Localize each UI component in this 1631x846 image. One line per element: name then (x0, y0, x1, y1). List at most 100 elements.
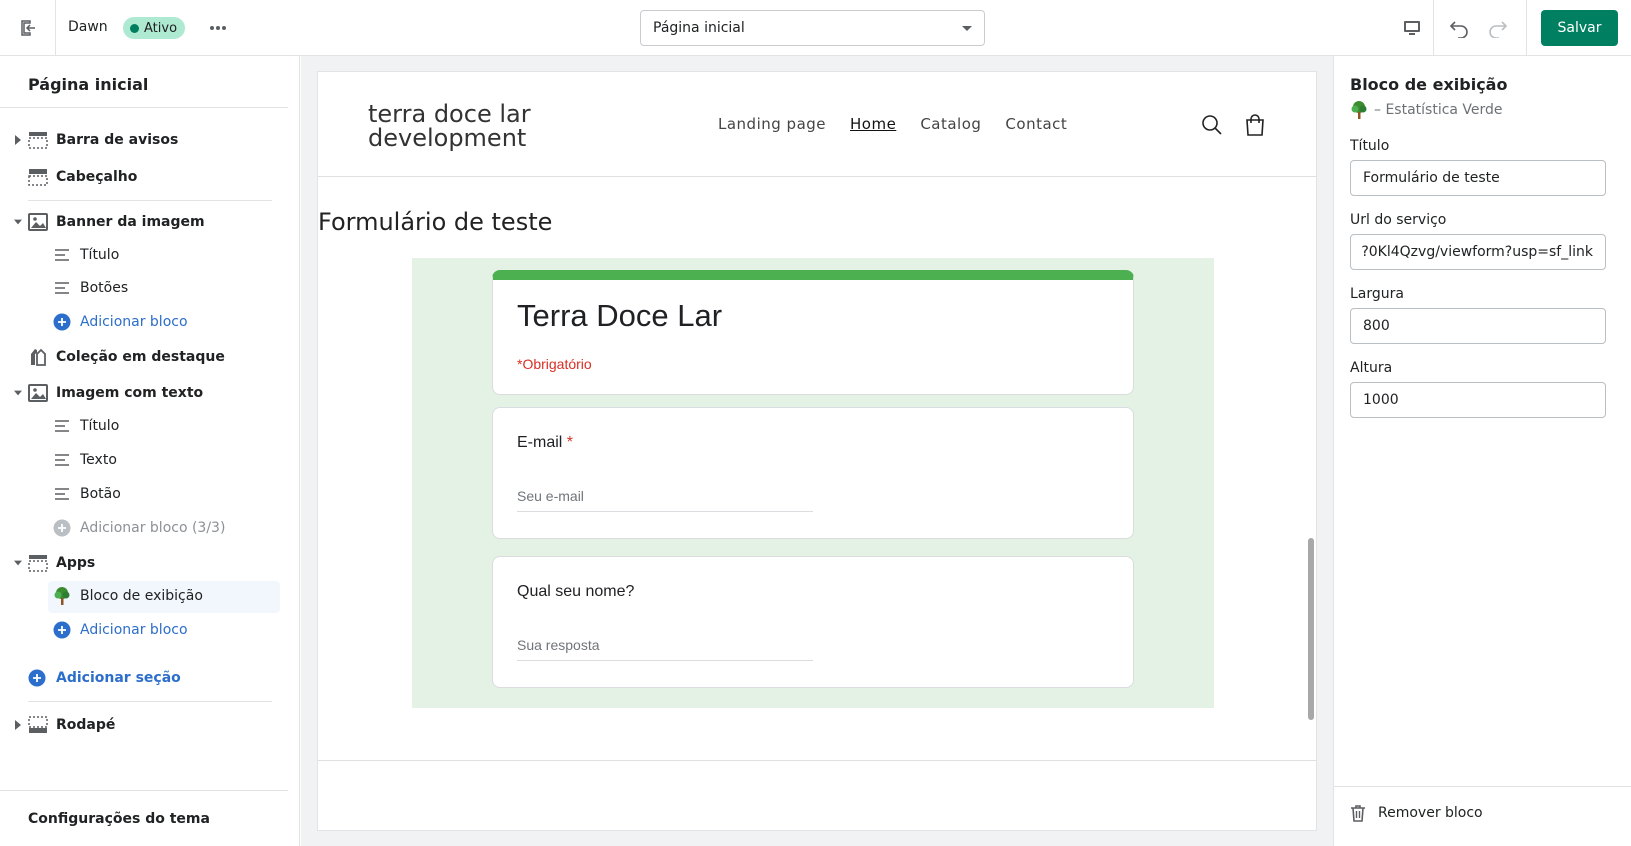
status-badge: Ativo (123, 17, 186, 39)
device-preview-button[interactable] (1390, 0, 1434, 56)
section-image-with-text[interactable]: Imagem com texto (0, 378, 288, 408)
block-item[interactable]: Botões (0, 273, 288, 303)
header-divider (318, 176, 1316, 177)
chevron-right-icon[interactable] (14, 720, 22, 730)
required-mark: * (566, 434, 574, 451)
width-field-label: Largura (1350, 286, 1404, 302)
tree-icon (1351, 101, 1367, 119)
undo-button[interactable] (1446, 14, 1474, 42)
section-label: Imagem com texto (56, 385, 204, 401)
caret-down-icon (962, 25, 972, 31)
block-label: Texto (80, 452, 117, 468)
google-form-embed: Terra Doce Lar *Obrigatório E-mail * Seu… (412, 258, 1214, 708)
question-card-email: E-mail * Seu e-mail (492, 407, 1134, 539)
section-announcement-bar[interactable]: Barra de avisos (0, 125, 288, 155)
nav-link[interactable]: Contact (1005, 115, 1067, 133)
theme-name: Dawn (68, 19, 108, 35)
plus-circle-icon (53, 519, 71, 537)
preview-scrollbar[interactable] (1308, 538, 1314, 720)
height-field-label: Altura (1350, 360, 1393, 376)
search-icon[interactable] (1201, 114, 1223, 136)
plus-circle-icon (28, 669, 46, 691)
block-item[interactable]: Título (0, 411, 288, 441)
image-icon (28, 212, 48, 232)
exit-icon (20, 20, 35, 36)
collection-icon (28, 347, 48, 367)
theme-settings-link[interactable]: Configurações do tema (28, 811, 210, 827)
section-footer[interactable]: Rodapé (0, 710, 288, 740)
panel-divider (1334, 786, 1631, 787)
save-button[interactable]: Salvar (1541, 10, 1618, 46)
text-block-icon (53, 485, 71, 503)
text-block-icon (53, 279, 71, 297)
name-input[interactable]: Sua resposta (517, 637, 813, 661)
store-title[interactable]: terra doce lar development (368, 102, 568, 150)
footer-icon (28, 715, 48, 735)
page-select[interactable]: Página inicial (640, 10, 985, 46)
remove-block-button[interactable]: Remover bloco (1350, 804, 1483, 822)
sections-sidebar: Página inicial Barra de avisos Cabeçalho… (0, 56, 300, 846)
block-item-selected[interactable]: Bloco de exibição (0, 581, 288, 613)
block-label: Botão (80, 486, 121, 502)
announcement-bar-icon (28, 130, 48, 150)
undo-icon (1449, 21, 1468, 38)
section-header[interactable]: Cabeçalho (0, 162, 288, 192)
form-heading: Formulário de teste (318, 208, 553, 236)
app-name: – Estatística Verde (1374, 102, 1503, 118)
footer-divider (318, 760, 1316, 761)
title-field[interactable]: Formulário de teste (1350, 160, 1606, 196)
cart-icon[interactable] (1244, 113, 1266, 137)
desktop-icon (1403, 21, 1420, 35)
add-block-button[interactable]: Adicionar bloco (0, 615, 288, 645)
image-icon (28, 383, 48, 403)
trash-icon (1351, 805, 1365, 822)
more-horizontal-icon (210, 26, 226, 30)
required-note: *Obrigatório (517, 356, 592, 372)
question-label: E-mail * (517, 434, 573, 452)
redo-icon (1489, 21, 1508, 38)
chevron-down-icon[interactable] (14, 558, 22, 568)
nav-link-active[interactable]: Home (850, 115, 896, 133)
block-item[interactable]: Título (0, 240, 288, 270)
plus-circle-icon (53, 621, 71, 639)
section-featured-collection[interactable]: Coleção em destaque (0, 342, 288, 372)
exit-button[interactable] (0, 0, 56, 56)
sidebar-divider (0, 790, 288, 791)
text-block-icon (53, 451, 71, 469)
sidebar-divider (0, 107, 288, 108)
section-apps[interactable]: Apps (0, 548, 288, 578)
form-title: Terra Doce Lar (517, 298, 723, 333)
title-field-label: Título (1350, 138, 1390, 154)
nav-link[interactable]: Catalog (920, 115, 981, 133)
nav-link[interactable]: Landing page (718, 115, 826, 133)
header-icon (28, 167, 48, 187)
text-block-icon (53, 417, 71, 435)
add-block-button-disabled: Adicionar bloco (3/3) (0, 513, 288, 543)
email-input[interactable]: Seu e-mail (517, 488, 813, 512)
question-label: Qual seu nome? (517, 583, 635, 600)
section-divider (28, 701, 272, 702)
add-block-button[interactable]: Adicionar bloco (0, 307, 288, 337)
add-section-label: Adicionar seção (56, 670, 181, 686)
add-section-button[interactable]: Adicionar seção (0, 664, 288, 694)
add-block-label: Adicionar bloco (3/3) (80, 520, 226, 536)
section-label: Cabeçalho (56, 169, 138, 185)
section-image-banner[interactable]: Banner da imagem (0, 207, 288, 237)
more-actions-button[interactable] (204, 14, 232, 42)
tree-icon (53, 587, 71, 605)
block-item[interactable]: Texto (0, 445, 288, 475)
width-field[interactable]: 800 (1350, 308, 1606, 344)
chevron-down-icon[interactable] (14, 217, 22, 227)
block-settings-panel: Bloco de exibição – Estatística Verde Tí… (1333, 56, 1631, 846)
panel-title: Bloco de exibição (1350, 75, 1508, 94)
chevron-right-icon[interactable] (14, 135, 22, 145)
block-item[interactable]: Botão (0, 479, 288, 509)
url-field[interactable]: ?0Kl4Qzvg/viewform?usp=sf_link (1350, 234, 1606, 270)
block-label: Botões (80, 280, 129, 296)
form-header-card: Terra Doce Lar *Obrigatório (492, 270, 1134, 395)
add-block-label: Adicionar bloco (80, 314, 188, 330)
height-field[interactable]: 1000 (1350, 382, 1606, 418)
chevron-down-icon[interactable] (14, 388, 22, 398)
question-card-name: Qual seu nome? Sua resposta (492, 556, 1134, 688)
redo-button[interactable] (1483, 14, 1511, 42)
